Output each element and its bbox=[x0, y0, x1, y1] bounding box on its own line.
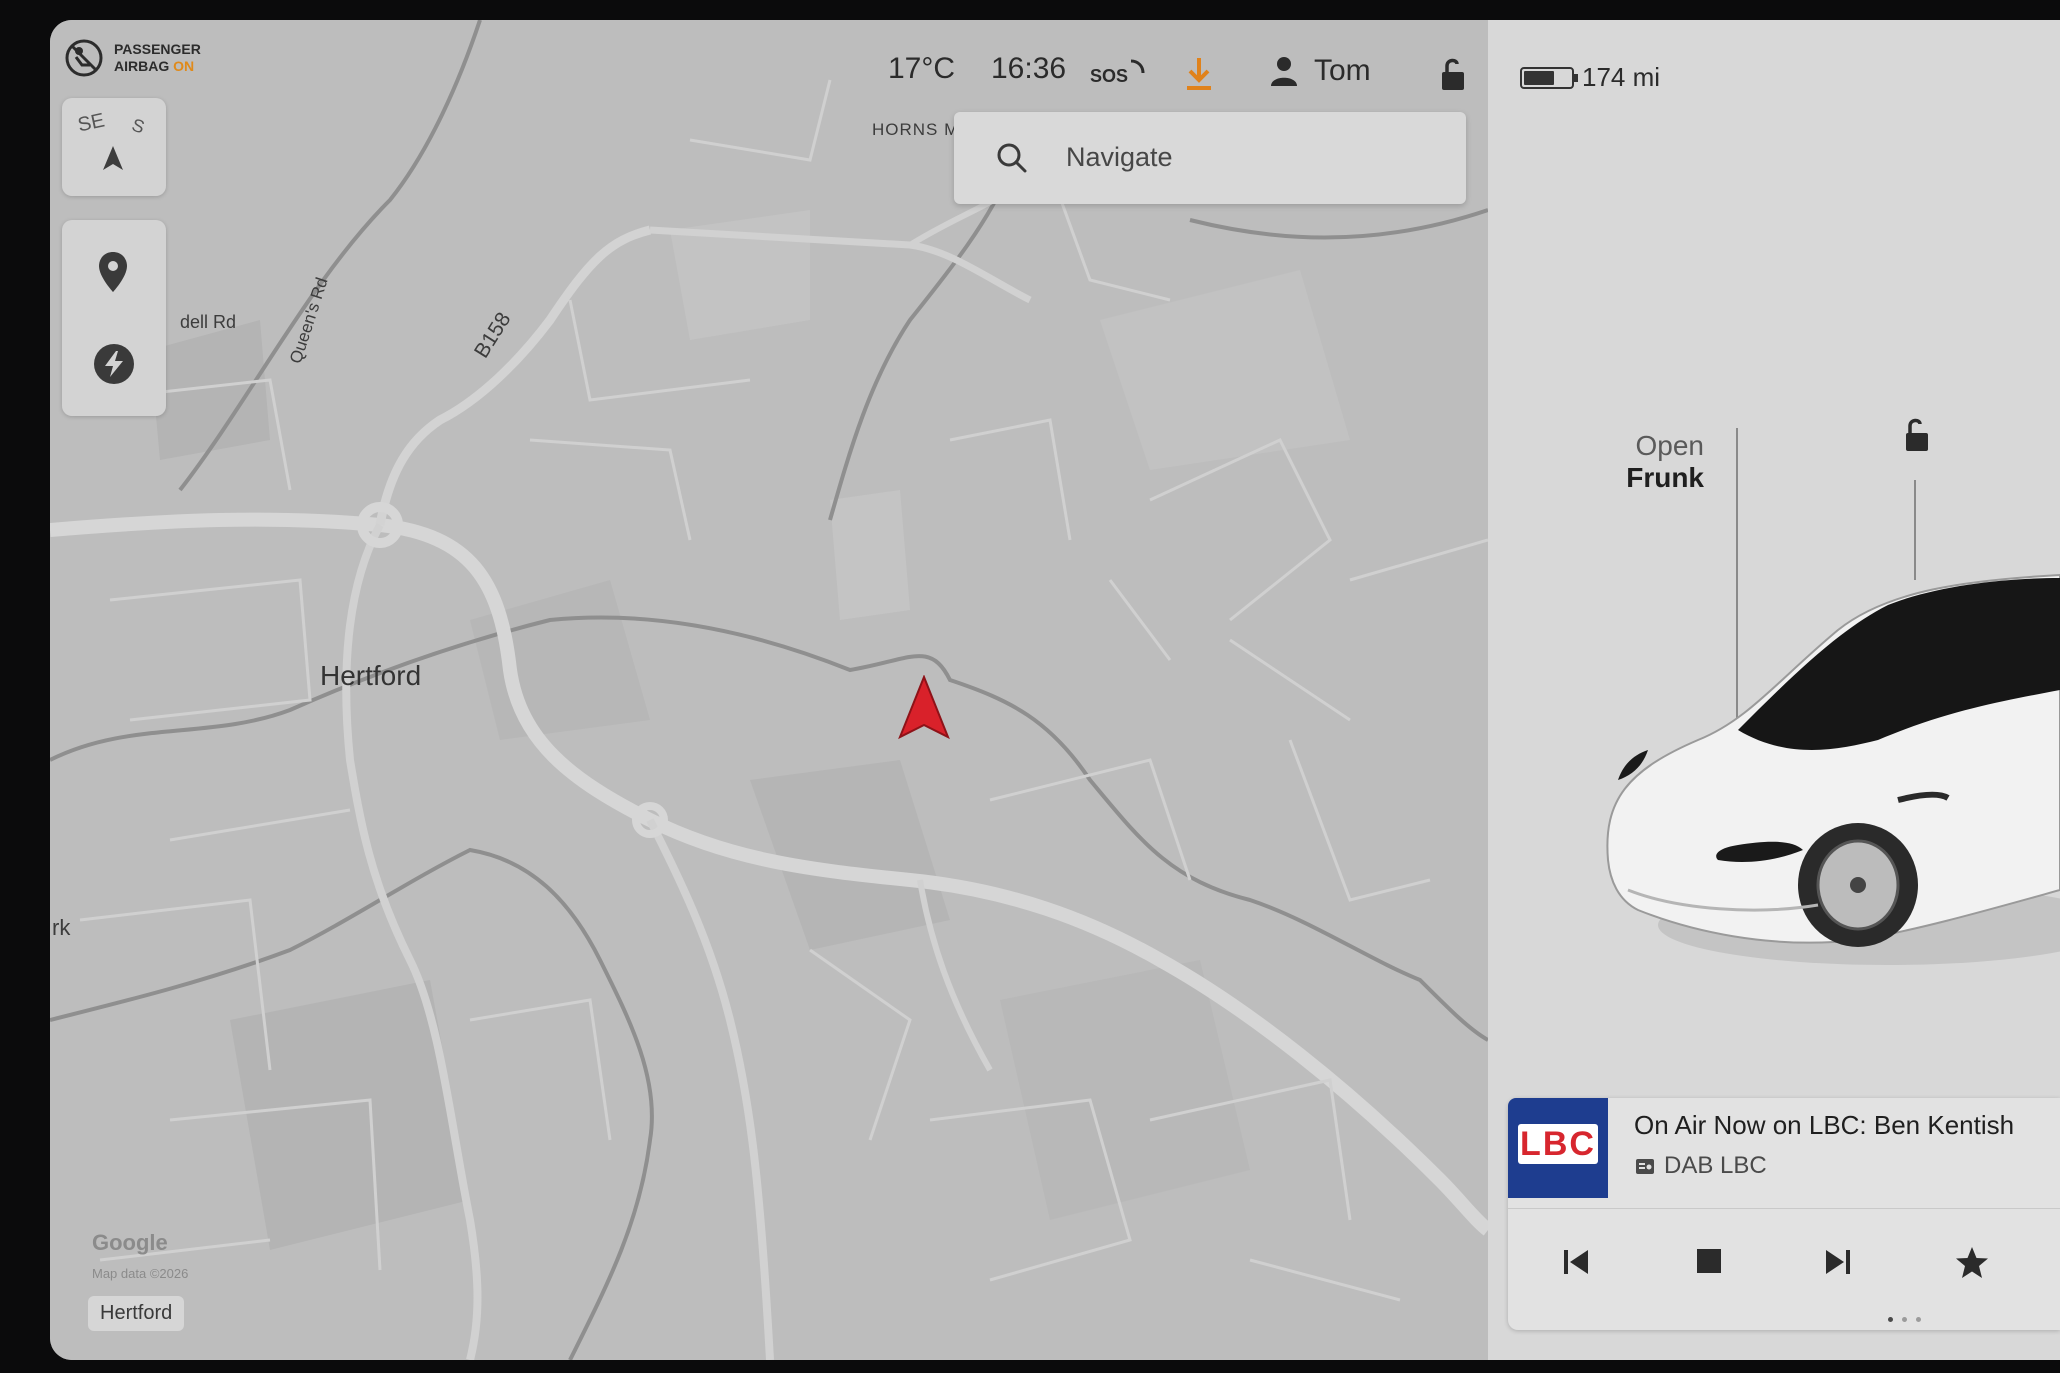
car-lock-icon[interactable] bbox=[1898, 418, 1934, 454]
map-label-hertford: Hertford bbox=[320, 660, 422, 691]
driver-profile-button[interactable]: Tom bbox=[1270, 54, 1371, 88]
media-divider bbox=[1508, 1208, 2060, 1209]
previous-track-icon[interactable] bbox=[1560, 1246, 1592, 1278]
station-logo: LBC bbox=[1508, 1098, 1608, 1198]
map-attribution: Map data ©2026 bbox=[92, 1266, 189, 1281]
sos-button[interactable]: SOS bbox=[1090, 58, 1146, 87]
media-source: DAB LBC bbox=[1634, 1152, 1767, 1180]
clock: 16:36 bbox=[991, 52, 1067, 85]
unlock-icon[interactable] bbox=[1436, 58, 1470, 92]
map-roads bbox=[50, 20, 1488, 1360]
car-illustration bbox=[1606, 573, 2060, 965]
frunk-label-line2: Frunk bbox=[1626, 462, 1704, 493]
station-logo-text: LBC bbox=[1520, 1124, 1596, 1163]
phone-signal-icon bbox=[1130, 59, 1145, 74]
sos-label: SOS bbox=[1090, 66, 1129, 86]
airbag-state: ON bbox=[173, 58, 195, 74]
map-view[interactable]: Hertford B158 Queen's Rd dell Rd HORNS M… bbox=[50, 20, 1488, 1360]
user-profile-icon bbox=[1271, 57, 1297, 86]
outside-temperature: 17°C bbox=[888, 52, 956, 85]
driver-name: Tom bbox=[1314, 54, 1371, 87]
location-chip[interactable]: Hertford bbox=[88, 1296, 185, 1331]
battery-indicator: 174 mi bbox=[1520, 62, 1660, 93]
map-label-dell-rd: dell Rd bbox=[180, 312, 237, 332]
google-logo: Google bbox=[92, 1230, 168, 1255]
frunk-label-line1: Open bbox=[1635, 430, 1705, 461]
charging-station-icon[interactable] bbox=[94, 344, 134, 384]
heading-arrow-icon bbox=[103, 146, 123, 170]
open-frunk-button[interactable]: Open Frunk bbox=[1584, 430, 1704, 494]
airbag-label-line1: PASSENGER bbox=[114, 41, 201, 57]
stop-icon[interactable] bbox=[1694, 1246, 1724, 1276]
location-pin-icon[interactable] bbox=[96, 250, 130, 294]
software-update-download-icon[interactable] bbox=[1184, 56, 1214, 92]
radio-icon bbox=[1636, 1159, 1654, 1174]
search-icon bbox=[997, 143, 1027, 173]
status-bar: PASSENGER AIRBAG ON 17°C 16:36 SOS Tom bbox=[50, 20, 1488, 130]
map-tools-panel bbox=[62, 220, 166, 416]
battery-icon bbox=[1520, 66, 1578, 89]
media-source-label: DAB LBC bbox=[1664, 1152, 1767, 1179]
map-label-rk: rk bbox=[52, 915, 71, 940]
search-input[interactable]: Navigate bbox=[1066, 142, 1173, 173]
navigation-arrow-icon bbox=[898, 675, 950, 740]
range-remaining: 174 mi bbox=[1582, 62, 1661, 92]
passenger-airbag-indicator: PASSENGER AIRBAG ON bbox=[64, 38, 201, 78]
now-playing-title: On Air Now on LBC: Ben Kentish bbox=[1634, 1110, 2015, 1140]
media-page-indicator bbox=[1888, 1317, 1921, 1322]
airbag-icon bbox=[65, 39, 103, 77]
airbag-label-line2: AIRBAG bbox=[114, 58, 170, 74]
touchscreen: Hertford B158 Queen's Rd dell Rd HORNS M… bbox=[50, 20, 2060, 1360]
media-player-card[interactable]: LBC On Air Now on LBC: Ben Kentish DAB L… bbox=[1508, 1098, 2060, 1330]
next-track-icon[interactable] bbox=[1822, 1246, 1854, 1278]
favorite-star-icon[interactable] bbox=[1954, 1246, 1990, 1280]
